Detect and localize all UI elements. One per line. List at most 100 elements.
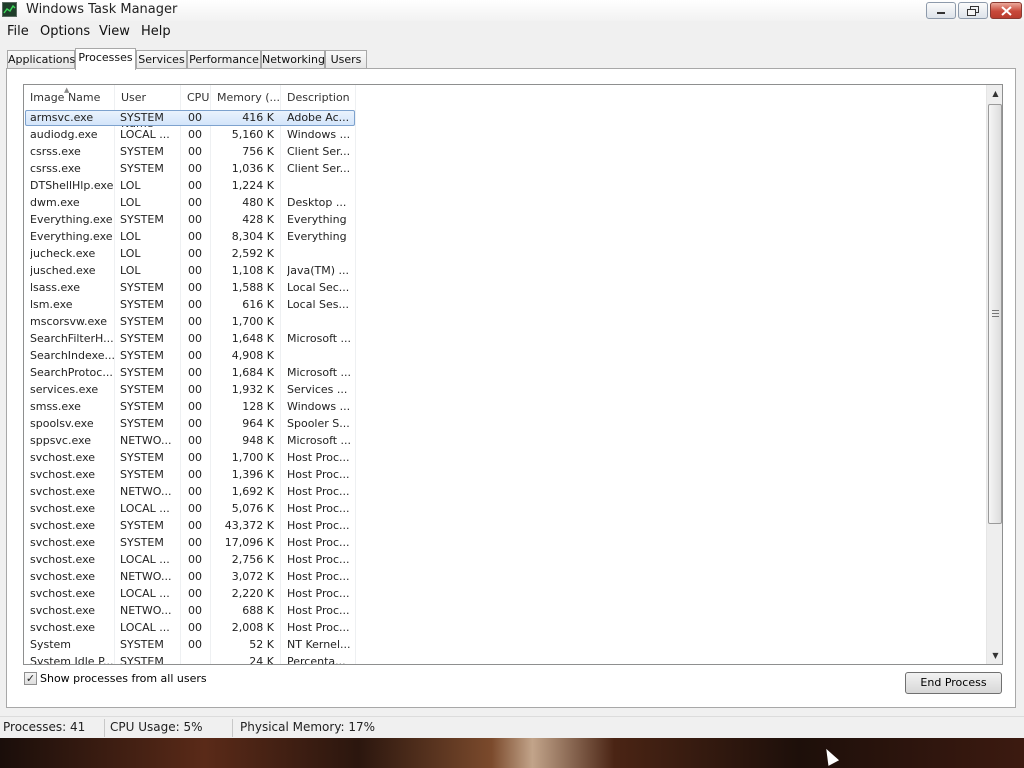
close-icon: [1000, 5, 1012, 16]
process-image-name: mscorsvw.exe: [30, 315, 107, 328]
process-row[interactable]: Everything.exe LOL 00 8,304 K Everything: [24, 229, 987, 246]
process-row[interactable]: jusched.exe LOL 00 1,108 K Java(TM) ...: [24, 263, 987, 280]
end-process-button[interactable]: End Process: [905, 672, 1002, 694]
process-row[interactable]: svchost.exe SYSTEM 00 1,700 K Host Proc...: [24, 450, 987, 467]
process-row[interactable]: audiodg.exe LOCAL ... 00 5,160 K Windows ...: [24, 127, 987, 144]
process-memory: 1,700 K: [231, 315, 274, 328]
process-image-name: csrss.exe: [30, 162, 81, 175]
status-divider: [104, 719, 105, 737]
process-description: Java(TM) ...: [287, 264, 350, 277]
process-row[interactable]: smss.exe SYSTEM 00 128 K Windows ...: [24, 399, 987, 416]
process-description: Client Ser...: [287, 162, 351, 175]
process-row[interactable]: dwm.exe LOL 00 480 K Desktop ...: [24, 195, 987, 212]
process-row[interactable]: lsm.exe SYSTEM 00 616 K Local Ses...: [24, 297, 987, 314]
process-row[interactable]: spoolsv.exe SYSTEM 00 964 K Spooler S...: [24, 416, 987, 433]
tab-users[interactable]: Users: [325, 50, 367, 69]
process-row[interactable]: Everything.exe SYSTEM 00 428 K Everything: [24, 212, 987, 229]
menu-help[interactable]: Help: [141, 24, 171, 39]
checkmark-icon: ✓: [25, 672, 36, 685]
process-row[interactable]: svchost.exe NETWO... 00 3,072 K Host Proc...: [24, 569, 987, 586]
vertical-scrollbar[interactable]: ▲ ▼: [986, 85, 1002, 664]
process-user-name: SYSTEM: [120, 281, 164, 294]
tab-strip: Applications Processes Services Performa…: [0, 48, 1024, 70]
process-description: Host Proc...: [287, 604, 350, 617]
process-cpu: 00: [188, 315, 202, 328]
title-bar: Windows Task Manager: [0, 0, 1024, 22]
process-memory: 3,072 K: [231, 570, 274, 583]
process-list[interactable]: ▲ Image Name User Name CPU Memory (... D…: [23, 84, 1003, 665]
process-row[interactable]: SearchIndexe... SYSTEM 00 4,908 K: [24, 348, 987, 365]
process-row[interactable]: svchost.exe LOCAL ... 00 2,008 K Host Proc..…: [24, 620, 987, 637]
scroll-up-icon[interactable]: ▲: [987, 85, 1002, 102]
process-row[interactable]: csrss.exe SYSTEM 00 756 K Client Ser...: [24, 144, 987, 161]
process-cpu: 00: [188, 604, 202, 617]
tab-networking[interactable]: Networking: [261, 50, 325, 69]
process-memory: 1,684 K: [231, 366, 274, 379]
process-user-name: LOL: [120, 230, 141, 243]
process-row[interactable]: svchost.exe LOCAL ... 00 5,076 K Host Proc..…: [24, 501, 987, 518]
scrollbar-thumb[interactable]: [988, 104, 1002, 524]
tab-performance[interactable]: Performance: [187, 50, 261, 69]
process-row[interactable]: csrss.exe SYSTEM 00 1,036 K Client Ser...: [24, 161, 987, 178]
process-description: Windows ...: [287, 128, 351, 141]
process-description: Host Proc...: [287, 621, 350, 634]
process-row[interactable]: services.exe SYSTEM 00 1,932 K Services ...: [24, 382, 987, 399]
process-cpu: 00: [188, 434, 202, 447]
process-memory: 17,096 K: [224, 536, 274, 549]
process-user-name: SYSTEM: [120, 315, 164, 328]
column-cpu-label: CPU: [187, 91, 210, 104]
process-row[interactable]: SearchFilterH... SYSTEM 00 1,648 K Microsoft…: [24, 331, 987, 348]
tab-processes[interactable]: Processes: [75, 48, 136, 70]
close-button[interactable]: [990, 2, 1022, 19]
tab-applications[interactable]: Applications: [7, 50, 75, 69]
process-memory: 1,588 K: [231, 281, 274, 294]
process-description: Host Proc...: [287, 451, 350, 464]
process-cpu: 00: [188, 247, 202, 260]
menu-options[interactable]: Options: [40, 24, 90, 39]
process-memory: 1,692 K: [231, 485, 274, 498]
process-user-name: SYSTEM: [120, 298, 164, 311]
process-row[interactable]: System Idle P... SYSTEM 24 K Percenta...: [24, 654, 987, 664]
process-row[interactable]: svchost.exe SYSTEM 00 43,372 K Host Proc...: [24, 518, 987, 535]
tab-services[interactable]: Services: [136, 50, 187, 69]
process-image-name: svchost.exe: [30, 553, 96, 566]
process-memory: 428 K: [242, 213, 274, 226]
process-row[interactable]: svchost.exe LOCAL ... 00 2,220 K Host Proc..…: [24, 586, 987, 603]
process-user-name: NETWO...: [120, 485, 172, 498]
process-row[interactable]: System SYSTEM 00 52 K NT Kernel...: [24, 637, 987, 654]
process-description: Local Ses...: [287, 298, 349, 311]
process-row[interactable]: svchost.exe NETWO... 00 688 K Host Proc...: [24, 603, 987, 620]
menu-file[interactable]: File: [7, 24, 29, 39]
restore-button[interactable]: [958, 2, 988, 19]
show-all-users-checkbox[interactable]: ✓: [24, 672, 37, 685]
process-row[interactable]: mscorsvw.exe SYSTEM 00 1,700 K: [24, 314, 987, 331]
process-row[interactable]: jucheck.exe LOL 00 2,592 K: [24, 246, 987, 263]
process-row[interactable]: armsvc.exe SYSTEM 00 416 K Adobe Ac...: [24, 110, 987, 127]
column-memory[interactable]: Memory (...: [211, 85, 281, 109]
process-memory: 1,932 K: [231, 383, 274, 396]
process-image-name: armsvc.exe: [30, 111, 94, 124]
process-row[interactable]: svchost.exe LOCAL ... 00 2,756 K Host Proc..…: [24, 552, 987, 569]
process-row[interactable]: svchost.exe NETWO... 00 1,692 K Host Proc...: [24, 484, 987, 501]
scroll-down-icon[interactable]: ▼: [987, 647, 1002, 664]
process-row[interactable]: svchost.exe SYSTEM 00 1,396 K Host Proc...: [24, 467, 987, 484]
process-cpu: 00: [188, 128, 202, 141]
process-row[interactable]: svchost.exe SYSTEM 00 17,096 K Host Proc...: [24, 535, 987, 552]
process-memory: 756 K: [242, 145, 274, 158]
column-image-name[interactable]: ▲ Image Name: [24, 85, 115, 109]
process-user-name: SYSTEM: [120, 145, 164, 158]
process-row[interactable]: lsass.exe SYSTEM 00 1,588 K Local Sec...: [24, 280, 987, 297]
process-description: Host Proc...: [287, 519, 350, 532]
column-user-name[interactable]: User Name: [115, 85, 181, 130]
column-description[interactable]: Description: [281, 85, 356, 109]
process-row[interactable]: sppsvc.exe NETWO... 00 948 K Microsoft ...: [24, 433, 987, 450]
minimize-button[interactable]: [926, 2, 956, 19]
process-description: Host Proc...: [287, 587, 350, 600]
menu-view[interactable]: View: [99, 24, 130, 39]
process-row[interactable]: SearchProtoc... SYSTEM 00 1,684 K Microsoft …: [24, 365, 987, 382]
column-cpu[interactable]: CPU: [181, 85, 211, 109]
process-image-name: svchost.exe: [30, 468, 96, 481]
process-user-name: SYSTEM: [120, 400, 164, 413]
process-row[interactable]: DTShellHlp.exe LOL 00 1,224 K: [24, 178, 987, 195]
process-cpu: 00: [188, 638, 202, 651]
